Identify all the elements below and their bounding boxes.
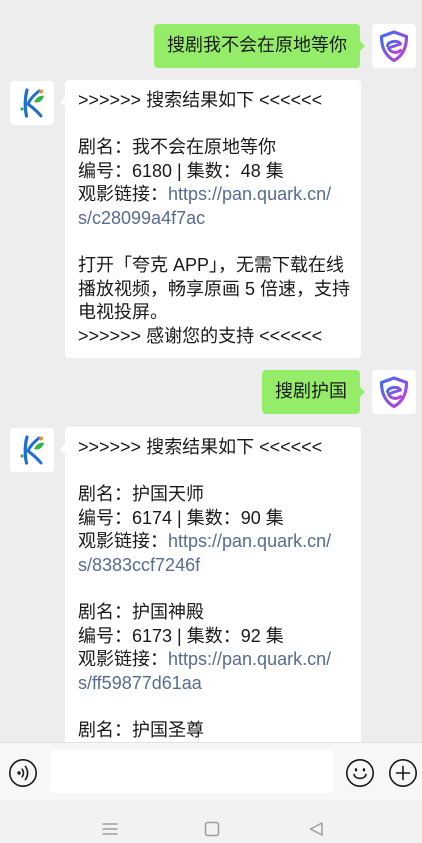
watch-link-line: 观影链接：https://pan.quark.cn/s/ff59877d61aa bbox=[78, 648, 348, 695]
message-row-sent: 搜剧护国 bbox=[0, 370, 422, 414]
drama-title: 剧名：护国圣尊 bbox=[78, 720, 204, 741]
message-row-sent: 搜剧我不会在原地等你 bbox=[0, 24, 422, 68]
message-text: 搜剧我不会在原地等你 bbox=[167, 35, 347, 55]
bot-avatar[interactable] bbox=[10, 81, 54, 125]
menu-icon bbox=[102, 823, 118, 835]
drama-title: 剧名：护国神殿 bbox=[78, 602, 204, 623]
drama-info: 编号：6173 | 集数：92 集 bbox=[78, 625, 284, 646]
shield-logo-icon bbox=[379, 30, 409, 63]
k-leaf-logo-icon bbox=[20, 435, 44, 465]
watch-link-label: 观影链接： bbox=[78, 184, 168, 205]
watch-link-part[interactable]: s/c28099a4f7ac bbox=[78, 208, 205, 228]
message-list[interactable]: 搜剧我不会在原地等你 >>>>>> 搜索结果如下 <<<<<< 剧名：我不会在原… bbox=[0, 0, 422, 742]
home-square-icon bbox=[204, 821, 220, 837]
result-footer: >>>>>> 感谢您的支持 <<<<<< bbox=[78, 325, 323, 346]
sent-message-bubble[interactable]: 搜剧护国 bbox=[262, 370, 365, 414]
watch-link-line: 观影链接：https://pan.quark.cn/s/c28099a4f7ac bbox=[78, 183, 348, 230]
back-button[interactable] bbox=[307, 821, 325, 837]
message-text: 搜剧护国 bbox=[275, 381, 347, 401]
drama-title: 剧名：护国天师 bbox=[78, 484, 204, 505]
watch-link-part[interactable]: https://pan.quark.cn/ bbox=[168, 531, 331, 551]
more-button[interactable] bbox=[388, 758, 418, 788]
voice-input-button[interactable] bbox=[8, 758, 38, 788]
back-triangle-icon bbox=[309, 822, 323, 836]
bot-avatar[interactable] bbox=[10, 428, 54, 472]
watch-link-part[interactable]: https://pan.quark.cn/ bbox=[168, 649, 331, 669]
voice-icon bbox=[9, 759, 37, 787]
home-button[interactable] bbox=[203, 821, 221, 837]
emoji-icon bbox=[346, 759, 374, 787]
emoji-button[interactable] bbox=[345, 758, 375, 788]
message-row-received: >>>>>> 搜索结果如下 <<<<<< 剧名：我不会在原地等你 编号：6180… bbox=[0, 80, 422, 358]
message-input[interactable] bbox=[50, 750, 333, 793]
system-nav-bar bbox=[0, 800, 422, 843]
notice-line: 电视投屏。 bbox=[78, 302, 168, 323]
sent-message-bubble[interactable]: 搜剧我不会在原地等你 bbox=[154, 24, 365, 68]
message-row-received: >>>>>> 搜索结果如下 <<<<<< 剧名：护国天师 编号：6174 | 集… bbox=[0, 427, 422, 742]
received-message-bubble[interactable]: >>>>>> 搜索结果如下 <<<<<< 剧名：护国天师 编号：6174 | 集… bbox=[60, 427, 361, 742]
chat-screen: 搜剧我不会在原地等你 >>>>>> 搜索结果如下 <<<<<< 剧名：我不会在原… bbox=[0, 0, 422, 843]
recent-apps-button[interactable] bbox=[101, 821, 119, 837]
watch-link-label: 观影链接： bbox=[78, 649, 168, 670]
my-avatar[interactable] bbox=[372, 370, 416, 414]
plus-circle-icon bbox=[389, 759, 417, 787]
shield-logo-icon bbox=[379, 376, 409, 409]
k-leaf-logo-icon bbox=[20, 88, 44, 118]
result-header: >>>>>> 搜索结果如下 <<<<<< bbox=[78, 437, 323, 457]
watch-link-part[interactable]: https://pan.quark.cn/ bbox=[168, 184, 331, 204]
watch-link-part[interactable]: s/ff59877d61aa bbox=[78, 673, 202, 693]
drama-info: 编号：6180 | 集数：48 集 bbox=[78, 160, 284, 181]
input-bar bbox=[0, 742, 422, 800]
watch-link-part[interactable]: s/8383ccf7246f bbox=[78, 555, 200, 575]
drama-title: 剧名：我不会在原地等你 bbox=[78, 137, 276, 158]
notice-line: 播放视频，畅享原画 5 倍速，支持 bbox=[78, 278, 351, 299]
my-avatar[interactable] bbox=[372, 24, 416, 68]
result-header: >>>>>> 搜索结果如下 <<<<<< bbox=[78, 90, 323, 110]
drama-info: 编号：6174 | 集数：90 集 bbox=[78, 507, 284, 528]
watch-link-label: 观影链接： bbox=[78, 531, 168, 552]
notice-line: 打开「夸克 APP」，无需下载在线 bbox=[78, 255, 345, 276]
received-message-bubble[interactable]: >>>>>> 搜索结果如下 <<<<<< 剧名：我不会在原地等你 编号：6180… bbox=[60, 80, 361, 358]
watch-link-line: 观影链接：https://pan.quark.cn/s/8383ccf7246f bbox=[78, 530, 348, 577]
